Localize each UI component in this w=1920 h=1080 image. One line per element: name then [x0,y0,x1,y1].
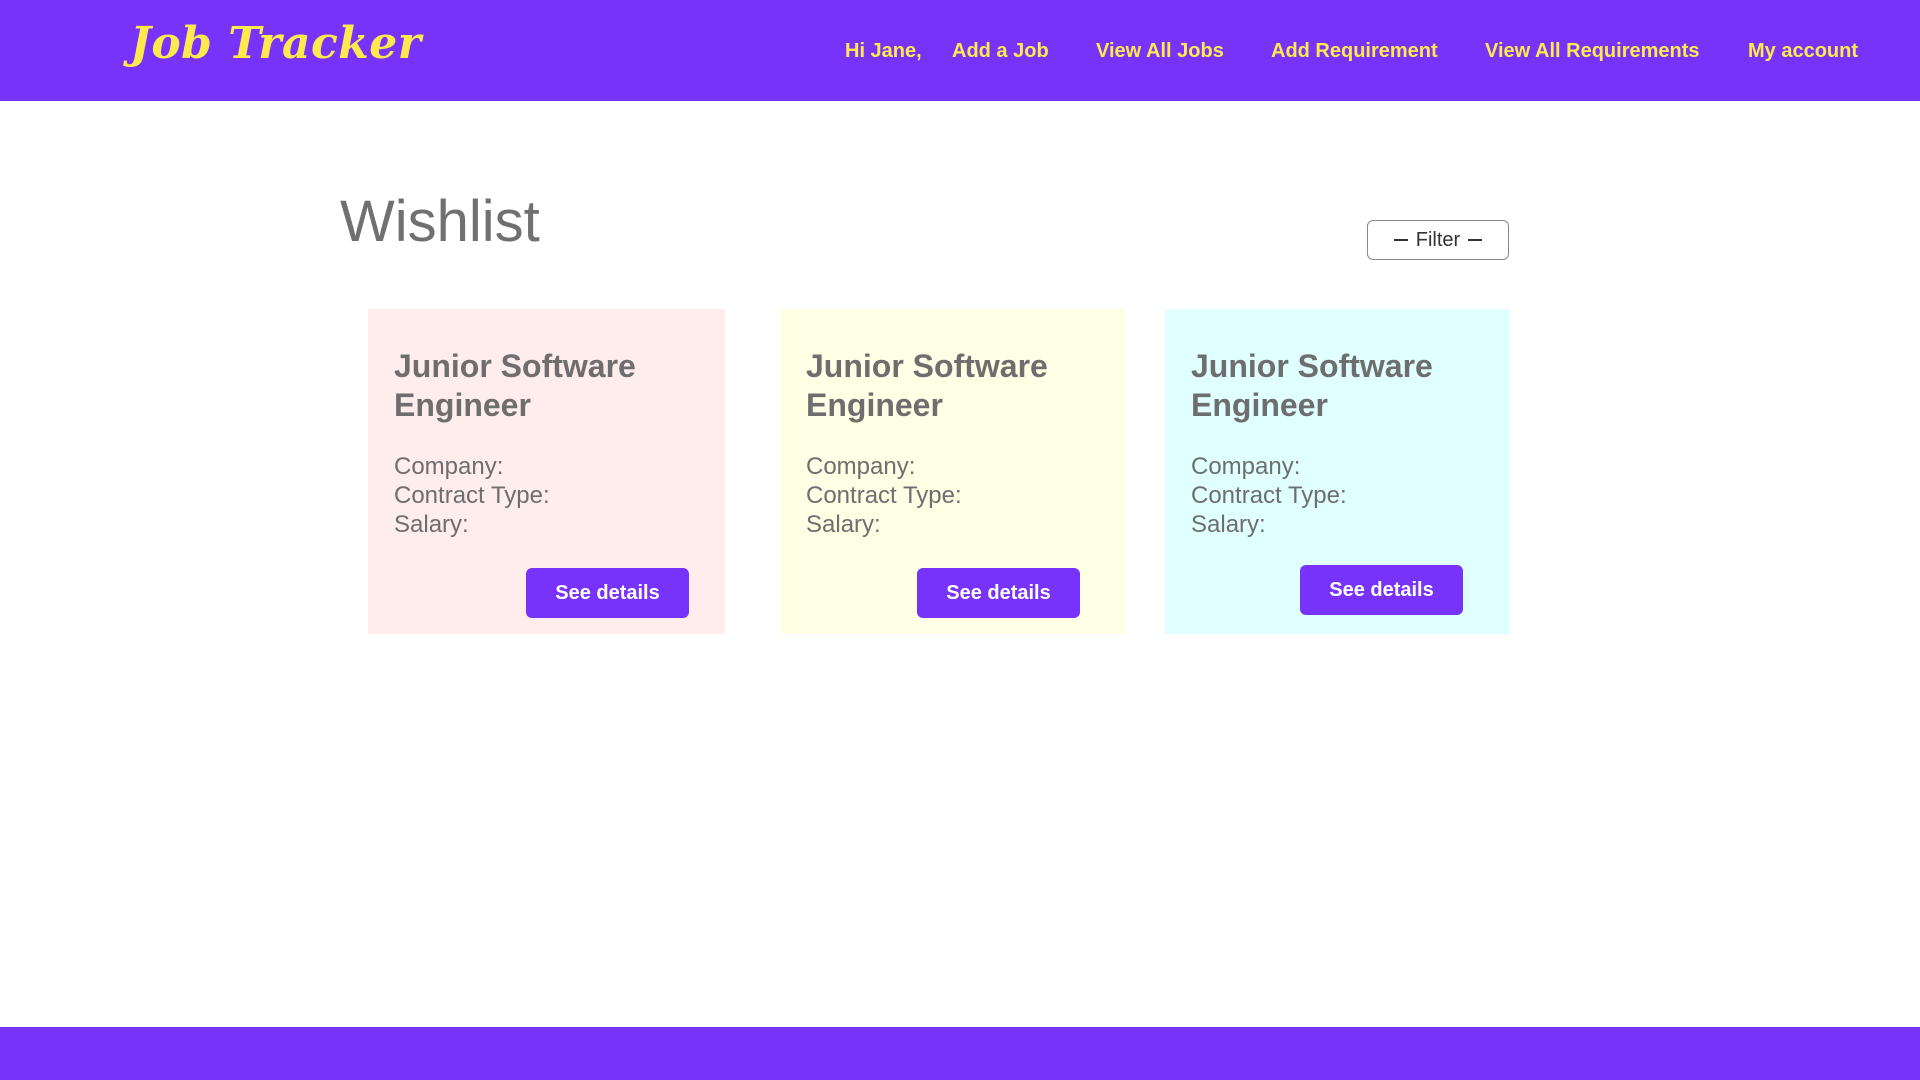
app-logo[interactable]: Job Tracker [130,18,421,69]
user-greeting: Hi Jane, [845,40,922,62]
see-details-button[interactable]: See details [526,568,689,618]
job-card-title: Junior Software Engineer [806,348,1048,423]
nav-link-view-all-jobs[interactable]: View All Jobs [1096,40,1224,63]
nav-link-add-job[interactable]: Add a Job [952,40,1049,63]
top-nav-bar: Job Tracker Hi Jane, Add a Job View All … [0,0,1920,101]
contract-type-label: Contract Type: [1191,482,1347,509]
nav-link-add-requirement[interactable]: Add Requirement [1271,40,1438,63]
nav-link-view-all-requirements[interactable]: View All Requirements [1485,40,1700,63]
see-details-button[interactable]: See details [917,568,1080,618]
job-card-title: Junior Software Engineer [1191,348,1433,423]
dash-icon [1393,239,1408,241]
footer-bar [0,1027,1920,1080]
salary-label: Salary: [394,511,469,538]
job-card: Junior Software Engineer Company: Contra… [368,309,725,634]
salary-label: Salary: [1191,511,1266,538]
company-label: Company: [1191,453,1301,480]
filter-dropdown[interactable]: Filter [1367,220,1509,260]
company-label: Company: [394,453,504,480]
see-details-button[interactable]: See details [1300,565,1463,615]
job-card-title: Junior Software Engineer [394,348,636,423]
contract-type-label: Contract Type: [806,482,962,509]
dash-icon [1468,239,1483,241]
nav-link-my-account[interactable]: My account [1748,40,1858,63]
contract-type-label: Contract Type: [394,482,550,509]
company-label: Company: [806,453,916,480]
job-card: Junior Software Engineer Company: Contra… [780,309,1125,634]
job-card: Junior Software Engineer Company: Contra… [1165,309,1510,634]
filter-label: Filter [1415,228,1461,251]
page-title: Wishlist [340,189,540,254]
salary-label: Salary: [806,511,881,538]
